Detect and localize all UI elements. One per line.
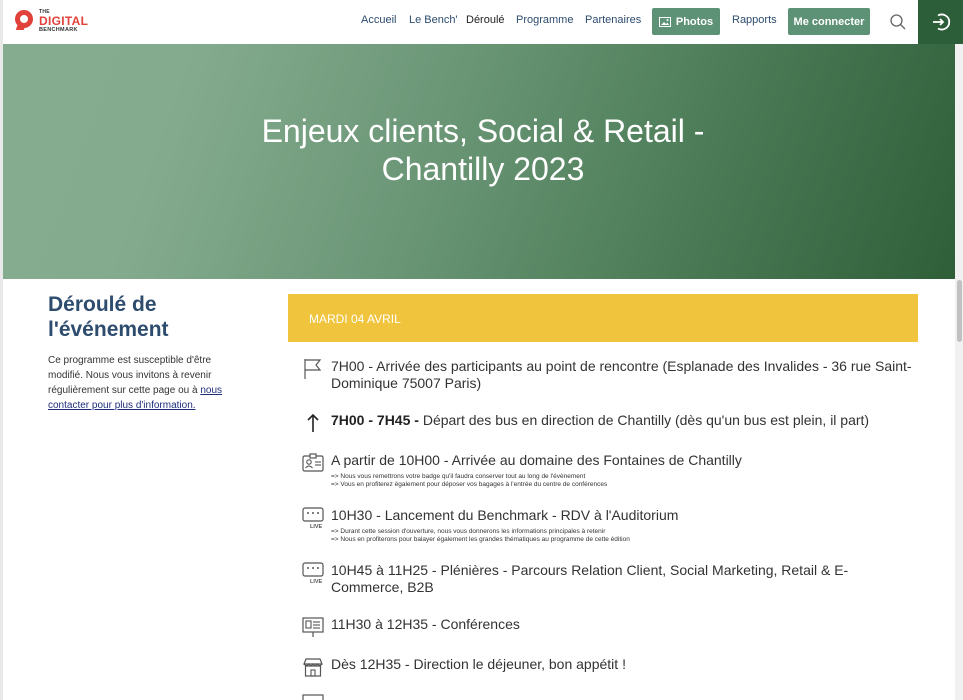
logo-text-digital: DIGITAL (39, 14, 89, 28)
badge-icon (302, 453, 324, 472)
day-label: MARDI 04 AVRIL (309, 312, 401, 326)
nav-rapports[interactable]: Rapports (732, 14, 777, 26)
login-button[interactable] (918, 0, 963, 44)
presentation-icon (302, 617, 324, 637)
sidebar-notice: Ce programme est susceptible d'être modi… (48, 353, 243, 413)
day-banner[interactable]: MARDI 04 AVRIL (288, 294, 918, 342)
scrollbar[interactable] (955, 44, 963, 700)
nav-programme[interactable]: Programme (516, 14, 573, 26)
logo-mark-icon (15, 10, 33, 28)
top-header: THE DIGITAL BENCHMARK Accueil Le Bench' … (3, 0, 963, 44)
schedule-item: Dès 12H35 - Direction le déjeuner, bon a… (302, 656, 917, 677)
scrollbar-thumb[interactable] (957, 280, 962, 342)
store-icon (303, 658, 323, 677)
schedule-title: 10H30 - Lancement du Benchmark - RDV à l… (331, 507, 679, 523)
schedule-note: => Vous en profiterez également pour dép… (331, 481, 608, 488)
schedule-title: 11H30 à 12H35 - Conférences (331, 616, 520, 632)
nav-accueil[interactable]: Accueil (361, 14, 396, 26)
sidebar-notice-text: Ce programme est susceptible d'être modi… (48, 355, 212, 396)
page-title-line-1: Enjeux clients, Social & Retail - (261, 113, 705, 149)
nav-deroule[interactable]: Déroulé (466, 14, 505, 26)
next-item-icon (302, 694, 324, 700)
page-title: Enjeux clients, Social & Retail - Chanti… (3, 112, 963, 188)
schedule-text: Départ des bus en direction de Chantilly… (418, 412, 870, 428)
schedule-item: 11H30 à 12H35 - Conférences (302, 616, 917, 637)
page-title-line-2: Chantilly 2023 (381, 151, 585, 187)
schedule-title: 7H00 - 7H45 - Départ des bus en directio… (331, 412, 916, 429)
nav-le-bench[interactable]: Le Bench' (409, 14, 458, 26)
login-arrow-icon (932, 13, 950, 31)
schedule-note: => Durant cette session d'ouverture, nou… (331, 528, 606, 535)
live-icon: LIVE (302, 562, 324, 584)
live-icon: LIVE (302, 507, 324, 529)
svg-text:LIVE: LIVE (310, 579, 323, 584)
search-icon[interactable] (889, 13, 907, 31)
flag-icon (304, 359, 322, 379)
schedule-title: A partir de 10H00 - Arrivée au domaine d… (331, 452, 742, 468)
arrow-up-icon (307, 413, 319, 432)
connect-button[interactable]: Me connecter (788, 8, 870, 35)
schedule-title: Dès 12H35 - Direction le déjeuner, bon a… (331, 656, 626, 672)
svg-text:LIVE: LIVE (310, 524, 323, 529)
logo[interactable]: THE DIGITAL BENCHMARK (14, 8, 94, 36)
photos-button[interactable]: Photos (652, 8, 720, 35)
sidebar-title: Déroulé de l'événement (48, 293, 169, 341)
schedule-item: LIVE 10H45 à 11H25 - Plénières - Parcour… (302, 562, 917, 598)
schedule-item: 7H00 - 7H45 - Départ des bus en directio… (302, 412, 917, 432)
schedule-title: 10H45 à 11H25 - Plénières - Parcours Rel… (331, 562, 849, 595)
nav-partenaires[interactable]: Partenaires (585, 14, 641, 26)
schedule-item: A partir de 10H00 - Arrivée au domaine d… (302, 452, 917, 492)
schedule-item: LIVE 10H30 - Lancement du Benchmark - RD… (302, 507, 917, 547)
schedule-note: => Nous vous remettrons votre badge qu'i… (331, 473, 586, 480)
schedule-time: 7H00 - 7H45 - (331, 412, 419, 428)
connect-label: Me connecter (793, 15, 865, 28)
schedule-note: => Nous en profiterons pour balayer égal… (331, 536, 630, 543)
schedule-title: 7H00 - Arrivée des participants au point… (331, 358, 912, 391)
schedule-item: 7H00 - Arrivée des participants au point… (302, 358, 917, 394)
photos-label: Photos (675, 15, 714, 28)
logo-text-benchmark: BENCHMARK (39, 27, 78, 33)
hero-banner: Enjeux clients, Social & Retail - Chanti… (3, 44, 963, 279)
image-icon (658, 16, 671, 27)
